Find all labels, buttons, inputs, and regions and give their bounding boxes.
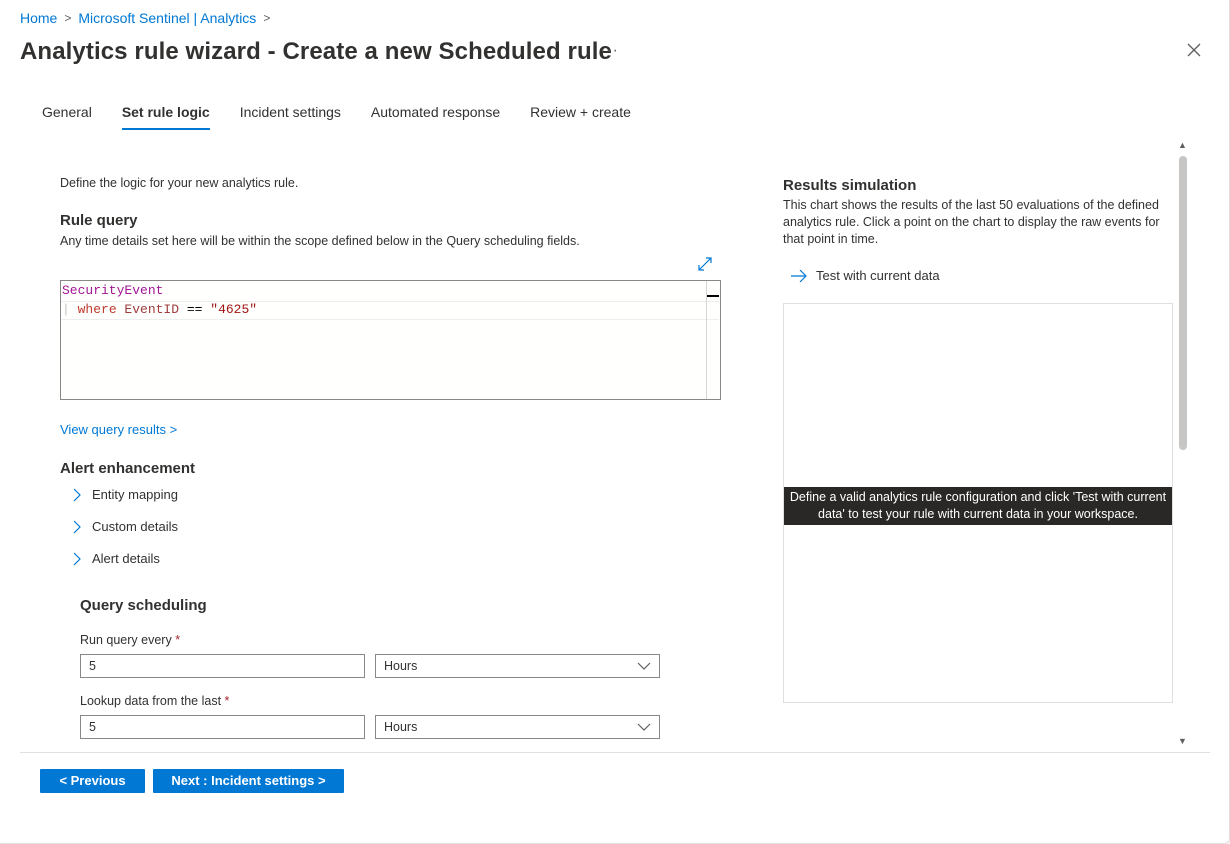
close-icon[interactable]	[1183, 40, 1205, 62]
scrollbar-thumb[interactable]	[1179, 156, 1187, 450]
next-incident-settings-button[interactable]: Next : Incident settings >	[153, 769, 344, 793]
view-query-results-link[interactable]: View query results >	[60, 422, 177, 437]
scroll-down-arrow-icon[interactable]: ▼	[1178, 736, 1187, 746]
tab-automated-response[interactable]: Automated response	[371, 104, 500, 130]
scroll-up-arrow-icon[interactable]: ▲	[1178, 140, 1187, 150]
accordion-label: Entity mapping	[92, 487, 178, 502]
run-query-unit-select[interactable]: Hours	[375, 654, 660, 678]
chevron-right-icon	[73, 520, 81, 533]
query-line-1: SecurityEvent	[62, 283, 164, 298]
run-query-every-label: Run query every *	[80, 633, 181, 647]
more-options-icon[interactable]: ···	[600, 42, 619, 60]
simulation-placeholder-message: Define a valid analytics rule configurat…	[784, 487, 1172, 525]
rule-query-description: Any time details set here will be within…	[60, 234, 580, 248]
select-value: Hours	[384, 720, 418, 734]
rule-query-heading: Rule query	[60, 212, 138, 229]
alert-enhancement-heading: Alert enhancement	[60, 460, 196, 477]
previous-button[interactable]: < Previous	[40, 769, 145, 793]
breadcrumb-chevron-icon: >	[64, 11, 72, 25]
alert-details-accordion[interactable]: Alert details	[70, 551, 160, 566]
chevron-down-icon	[637, 723, 651, 731]
accordion-label: Custom details	[92, 519, 178, 534]
test-button-label: Test with current data	[816, 268, 940, 283]
tab-general[interactable]: General	[42, 104, 92, 130]
rule-query-editor[interactable]: SecurityEvent | where EventID == "4625"	[60, 280, 721, 400]
run-query-every-input[interactable]: 5	[80, 654, 365, 678]
entity-mapping-accordion[interactable]: Entity mapping	[70, 487, 178, 502]
query-scheduling-heading: Query scheduling	[80, 597, 207, 614]
tab-set-rule-logic[interactable]: Set rule logic	[121, 104, 210, 130]
editor-scrollbar[interactable]	[706, 281, 707, 399]
wizard-page: Home > Microsoft Sentinel | Analytics > …	[0, 0, 1230, 844]
breadcrumb-home[interactable]: Home	[20, 10, 57, 26]
lookup-data-input[interactable]: 5	[80, 715, 365, 739]
page-title: Analytics rule wizard - Create a new Sch…	[20, 38, 612, 65]
results-simulation-chart[interactable]: Define a valid analytics rule configurat…	[783, 303, 1173, 703]
required-asterisk: *	[175, 633, 181, 647]
arrow-right-icon	[791, 269, 807, 282]
logic-intro-text: Define the logic for your new analytics …	[60, 176, 299, 190]
results-simulation-heading: Results simulation	[783, 177, 917, 194]
breadcrumb-chevron-icon: >	[263, 11, 271, 25]
lookup-unit-select[interactable]: Hours	[375, 715, 660, 739]
expand-editor-icon[interactable]	[696, 255, 714, 273]
tab-incident-settings[interactable]: Incident settings	[240, 104, 341, 130]
breadcrumb: Home > Microsoft Sentinel | Analytics >	[20, 10, 277, 26]
required-asterisk: *	[224, 694, 230, 708]
footer-divider	[20, 752, 1210, 753]
select-value: Hours	[384, 659, 418, 673]
accordion-label: Alert details	[92, 551, 160, 566]
lookup-data-label: Lookup data from the last *	[80, 694, 230, 708]
custom-details-accordion[interactable]: Custom details	[70, 519, 178, 534]
query-line-2: | where EventID == "4625"	[62, 302, 258, 317]
chevron-right-icon	[73, 552, 81, 565]
results-simulation-description: This chart shows the results of the last…	[783, 198, 1160, 246]
tab-review-create[interactable]: Review + create	[530, 104, 631, 130]
wizard-tabs: General Set rule logic Incident settings…	[27, 104, 646, 130]
chevron-right-icon	[73, 488, 81, 501]
editor-overview-ruler	[707, 295, 719, 297]
test-with-current-data-button[interactable]: Test with current data	[790, 268, 940, 283]
chevron-down-icon	[637, 662, 651, 670]
breadcrumb-sentinel-analytics[interactable]: Microsoft Sentinel | Analytics	[78, 10, 256, 26]
